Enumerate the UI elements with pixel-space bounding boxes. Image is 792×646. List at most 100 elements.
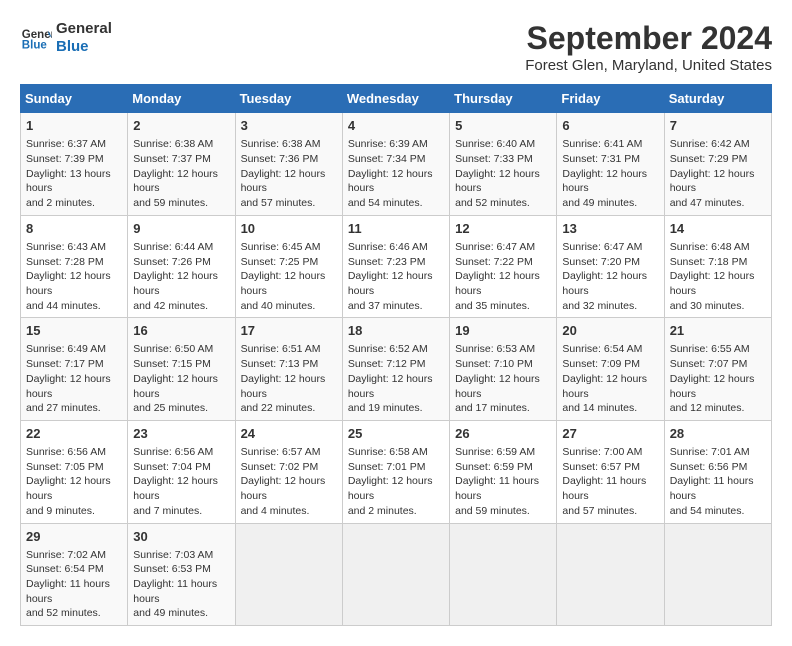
daylight-value: and 40 minutes. — [241, 299, 337, 314]
sunset-text: Sunset: 6:54 PM — [26, 562, 122, 577]
day-number: 10 — [241, 220, 337, 238]
calendar-cell: 29Sunrise: 7:02 AMSunset: 6:54 PMDayligh… — [21, 523, 128, 626]
daylight-value: and 9 minutes. — [26, 504, 122, 519]
day-number: 1 — [26, 117, 122, 135]
calendar-cell: 9Sunrise: 6:44 AMSunset: 7:26 PMDaylight… — [128, 215, 235, 318]
calendar-cell: 16Sunrise: 6:50 AMSunset: 7:15 PMDayligh… — [128, 318, 235, 421]
day-number: 22 — [26, 425, 122, 443]
sunrise-text: Sunrise: 6:54 AM — [562, 342, 658, 357]
col-monday: Monday — [128, 85, 235, 113]
daylight-label: Daylight: 12 hours hours — [455, 372, 551, 401]
calendar-cell: 27Sunrise: 7:00 AMSunset: 6:57 PMDayligh… — [557, 420, 664, 523]
calendar-cell: 21Sunrise: 6:55 AMSunset: 7:07 PMDayligh… — [664, 318, 771, 421]
sunrise-text: Sunrise: 6:42 AM — [670, 137, 766, 152]
day-number: 21 — [670, 322, 766, 340]
day-number: 4 — [348, 117, 444, 135]
sunset-text: Sunset: 6:56 PM — [670, 460, 766, 475]
daylight-label: Daylight: 12 hours hours — [133, 269, 229, 298]
calendar-cell: 19Sunrise: 6:53 AMSunset: 7:10 PMDayligh… — [450, 318, 557, 421]
daylight-label: Daylight: 12 hours hours — [133, 372, 229, 401]
sunrise-text: Sunrise: 6:38 AM — [241, 137, 337, 152]
calendar-cell: 10Sunrise: 6:45 AMSunset: 7:25 PMDayligh… — [235, 215, 342, 318]
sunrise-text: Sunrise: 6:48 AM — [670, 240, 766, 255]
svg-text:Blue: Blue — [22, 40, 48, 52]
daylight-value: and 44 minutes. — [26, 299, 122, 314]
daylight-label: Daylight: 11 hours hours — [26, 577, 122, 606]
daylight-label: Daylight: 12 hours hours — [455, 269, 551, 298]
daylight-label: Daylight: 12 hours hours — [133, 474, 229, 503]
cell-content: 15Sunrise: 6:49 AMSunset: 7:17 PMDayligh… — [26, 322, 122, 416]
daylight-value: and 14 minutes. — [562, 401, 658, 416]
sunset-text: Sunset: 7:17 PM — [26, 357, 122, 372]
daylight-value: and 12 minutes. — [670, 401, 766, 416]
day-number: 20 — [562, 322, 658, 340]
daylight-label: Daylight: 12 hours hours — [241, 167, 337, 196]
sunrise-text: Sunrise: 6:58 AM — [348, 445, 444, 460]
daylight-label: Daylight: 12 hours hours — [26, 372, 122, 401]
calendar-cell — [450, 523, 557, 626]
day-number: 5 — [455, 117, 551, 135]
daylight-label: Daylight: 12 hours hours — [562, 167, 658, 196]
daylight-label: Daylight: 12 hours hours — [348, 167, 444, 196]
day-number: 2 — [133, 117, 229, 135]
calendar-cell: 4Sunrise: 6:39 AMSunset: 7:34 PMDaylight… — [342, 113, 449, 216]
calendar-cell: 8Sunrise: 6:43 AMSunset: 7:28 PMDaylight… — [21, 215, 128, 318]
cell-content: 28Sunrise: 7:01 AMSunset: 6:56 PMDayligh… — [670, 425, 766, 519]
daylight-value: and 4 minutes. — [241, 504, 337, 519]
sunrise-text: Sunrise: 6:45 AM — [241, 240, 337, 255]
day-number: 23 — [133, 425, 229, 443]
daylight-value: and 54 minutes. — [670, 504, 766, 519]
sunrise-text: Sunrise: 7:02 AM — [26, 548, 122, 563]
daylight-label: Daylight: 12 hours hours — [241, 269, 337, 298]
page-subtitle: Forest Glen, Maryland, United States — [525, 57, 772, 74]
sunset-text: Sunset: 6:59 PM — [455, 460, 551, 475]
sunrise-text: Sunrise: 6:46 AM — [348, 240, 444, 255]
daylight-label: Daylight: 13 hours hours — [26, 167, 122, 196]
sunrise-text: Sunrise: 6:38 AM — [133, 137, 229, 152]
sunset-text: Sunset: 7:02 PM — [241, 460, 337, 475]
daylight-label: Daylight: 11 hours hours — [133, 577, 229, 606]
day-number: 15 — [26, 322, 122, 340]
daylight-label: Daylight: 12 hours hours — [348, 474, 444, 503]
calendar-cell — [235, 523, 342, 626]
col-thursday: Thursday — [450, 85, 557, 113]
calendar-cell: 12Sunrise: 6:47 AMSunset: 7:22 PMDayligh… — [450, 215, 557, 318]
daylight-value: and 57 minutes. — [562, 504, 658, 519]
calendar-row: 1Sunrise: 6:37 AMSunset: 7:39 PMDaylight… — [21, 113, 772, 216]
daylight-value: and 49 minutes. — [562, 196, 658, 211]
day-number: 12 — [455, 220, 551, 238]
cell-content: 9Sunrise: 6:44 AMSunset: 7:26 PMDaylight… — [133, 220, 229, 314]
sunrise-text: Sunrise: 6:41 AM — [562, 137, 658, 152]
daylight-value: and 54 minutes. — [348, 196, 444, 211]
calendar-table: Sunday Monday Tuesday Wednesday Thursday… — [20, 84, 772, 626]
daylight-label: Daylight: 11 hours hours — [455, 474, 551, 503]
cell-content: 12Sunrise: 6:47 AMSunset: 7:22 PMDayligh… — [455, 220, 551, 314]
daylight-value: and 49 minutes. — [133, 606, 229, 621]
daylight-value: and 32 minutes. — [562, 299, 658, 314]
col-saturday: Saturday — [664, 85, 771, 113]
sunrise-text: Sunrise: 6:56 AM — [133, 445, 229, 460]
cell-content: 26Sunrise: 6:59 AMSunset: 6:59 PMDayligh… — [455, 425, 551, 519]
cell-content: 18Sunrise: 6:52 AMSunset: 7:12 PMDayligh… — [348, 322, 444, 416]
day-number: 26 — [455, 425, 551, 443]
day-number: 8 — [26, 220, 122, 238]
calendar-cell: 30Sunrise: 7:03 AMSunset: 6:53 PMDayligh… — [128, 523, 235, 626]
daylight-label: Daylight: 12 hours hours — [26, 474, 122, 503]
daylight-value: and 47 minutes. — [670, 196, 766, 211]
sunrise-text: Sunrise: 6:56 AM — [26, 445, 122, 460]
sunset-text: Sunset: 7:15 PM — [133, 357, 229, 372]
sunrise-text: Sunrise: 7:03 AM — [133, 548, 229, 563]
sunset-text: Sunset: 7:05 PM — [26, 460, 122, 475]
day-number: 25 — [348, 425, 444, 443]
daylight-value: and 2 minutes. — [26, 196, 122, 211]
sunrise-text: Sunrise: 6:37 AM — [26, 137, 122, 152]
sunset-text: Sunset: 6:53 PM — [133, 562, 229, 577]
day-number: 13 — [562, 220, 658, 238]
cell-content: 10Sunrise: 6:45 AMSunset: 7:25 PMDayligh… — [241, 220, 337, 314]
sunset-text: Sunset: 7:39 PM — [26, 152, 122, 167]
sunrise-text: Sunrise: 6:55 AM — [670, 342, 766, 357]
sunset-text: Sunset: 7:12 PM — [348, 357, 444, 372]
sunset-text: Sunset: 7:26 PM — [133, 255, 229, 270]
daylight-label: Daylight: 11 hours hours — [670, 474, 766, 503]
cell-content: 27Sunrise: 7:00 AMSunset: 6:57 PMDayligh… — [562, 425, 658, 519]
